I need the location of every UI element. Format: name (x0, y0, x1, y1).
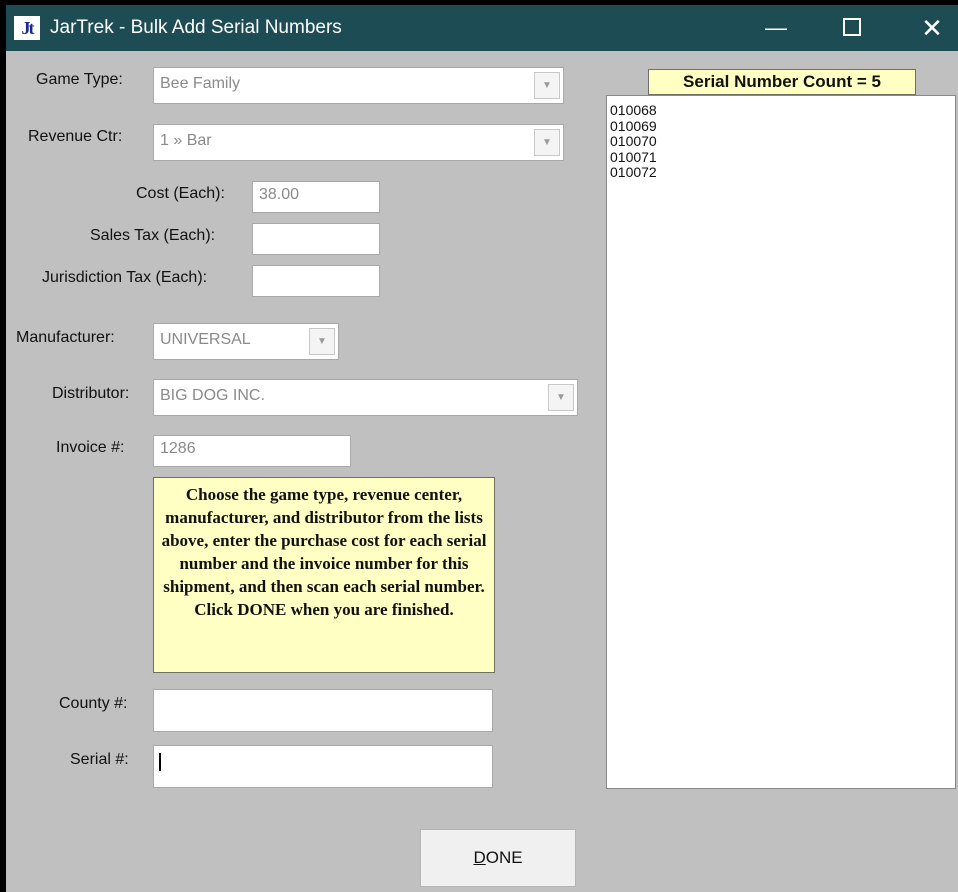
jurisdiction-tax-label: Jurisdiction Tax (Each): (42, 269, 208, 286)
jartrek-app-icon[interactable]: Jt (14, 16, 40, 40)
instructions-note: Choose the game type, revenue center, ma… (153, 477, 495, 673)
window-title: JarTrek - Bulk Add Serial Numbers (50, 17, 342, 38)
revenue-ctr-label: Revenue Ctr: (28, 128, 123, 145)
manufacturer-value: UNIVERSAL (160, 331, 251, 348)
serial-field[interactable] (153, 745, 493, 788)
serial-count-header: Serial Number Count = 5 (648, 69, 916, 95)
list-item[interactable]: 010069 (610, 118, 955, 135)
list-item[interactable]: 010071 (610, 149, 955, 166)
serial-number-list[interactable]: 010068 010069 010070 010071 010072 (606, 95, 956, 789)
revenue-ctr-dropdown[interactable]: 1 » Bar ▼ (153, 124, 564, 161)
county-field[interactable] (153, 689, 493, 732)
maximize-button[interactable] (822, 5, 882, 51)
cost-each-field[interactable]: 38.00 (252, 181, 380, 213)
list-item[interactable]: 010070 (610, 133, 955, 150)
invoice-field[interactable]: 1286 (153, 435, 351, 467)
jurisdiction-tax-field[interactable] (252, 265, 380, 297)
close-button[interactable]: ✕ (902, 5, 958, 51)
revenue-ctr-value: 1 » Bar (160, 132, 212, 149)
done-label-rest: ONE (485, 848, 523, 867)
manufacturer-dropdown[interactable]: UNIVERSAL ▼ (153, 323, 339, 360)
sales-tax-label: Sales Tax (Each): (90, 227, 216, 244)
list-item[interactable]: 010068 (610, 102, 955, 119)
distributor-dropdown[interactable]: BIG DOG INC. ▼ (153, 379, 578, 416)
game-type-label: Game Type: (36, 71, 123, 88)
bulk-add-window: Jt JarTrek - Bulk Add Serial Numbers — ✕… (6, 5, 958, 892)
maximize-icon (843, 18, 861, 37)
chevron-down-icon[interactable]: ▼ (548, 384, 574, 411)
serial-label: Serial #: (70, 751, 129, 768)
minimize-button[interactable]: — (746, 5, 806, 51)
sales-tax-field[interactable] (252, 223, 380, 255)
done-mnemonic: D (473, 848, 486, 867)
game-type-dropdown[interactable]: Bee Family ▼ (153, 67, 564, 104)
title-bar[interactable]: Jt JarTrek - Bulk Add Serial Numbers — ✕ (6, 5, 958, 51)
done-button[interactable]: DONE (420, 829, 576, 887)
chevron-down-icon[interactable]: ▼ (534, 129, 560, 156)
cost-each-label: Cost (Each): (136, 185, 225, 202)
chevron-down-icon[interactable]: ▼ (309, 328, 335, 355)
chevron-down-icon[interactable]: ▼ (534, 72, 560, 99)
manufacturer-label: Manufacturer: (16, 329, 115, 346)
list-item[interactable]: 010072 (610, 164, 955, 181)
county-label: County #: (59, 695, 128, 712)
invoice-label: Invoice #: (56, 439, 125, 456)
text-cursor (159, 753, 161, 771)
game-type-value: Bee Family (160, 75, 241, 92)
distributor-value: BIG DOG INC. (160, 387, 265, 404)
distributor-label: Distributor: (52, 385, 130, 402)
